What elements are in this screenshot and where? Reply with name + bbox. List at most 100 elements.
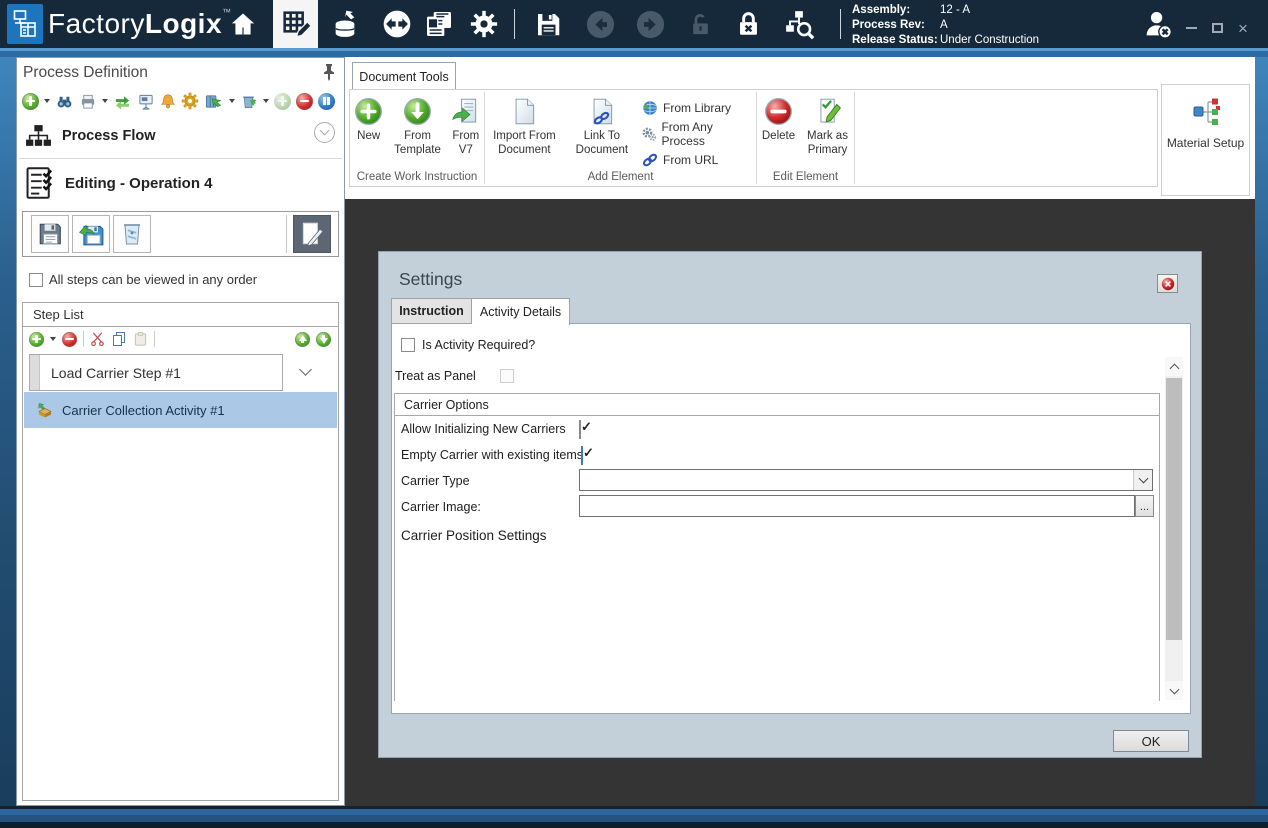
save-as-template-button[interactable] — [72, 215, 110, 253]
suspend-icon[interactable] — [318, 93, 335, 110]
add-step-icon[interactable] — [29, 332, 44, 347]
sync-icon[interactable] — [113, 93, 132, 110]
drag-grip[interactable] — [30, 355, 40, 390]
minimize-button[interactable] — [1180, 18, 1202, 38]
step-list-title: Step List — [23, 303, 338, 327]
transfer-button[interactable] — [378, 4, 416, 44]
edit-document-button[interactable] — [293, 215, 331, 253]
save-button[interactable] — [530, 4, 566, 44]
from-library-item[interactable]: From Library — [642, 100, 750, 116]
material-setup-icon — [1190, 97, 1222, 127]
from-v7-button[interactable]: From V7 — [447, 94, 485, 157]
move-up-icon[interactable] — [295, 332, 310, 347]
notify-icon[interactable] — [160, 93, 176, 110]
carrier-options-title: Carrier Options — [395, 394, 1159, 416]
document-viewer-button[interactable] — [419, 4, 459, 44]
dialog-tabs: Instruction Activity Details — [391, 298, 570, 325]
lock-close-button[interactable] — [731, 4, 765, 44]
is-activity-required-checkbox[interactable] — [401, 338, 415, 352]
share-icon[interactable] — [204, 93, 224, 110]
collapse-section-icon[interactable] — [314, 122, 335, 143]
process-rev-row: Process Rev:A — [852, 18, 1039, 33]
carrier-type-dropdown-button[interactable] — [1133, 470, 1152, 490]
carrier-image-input[interactable] — [579, 495, 1135, 517]
from-template-button[interactable]: From Template — [390, 94, 445, 157]
mark-as-primary-button[interactable]: Mark as Primary — [802, 94, 854, 157]
ok-button[interactable]: OK — [1113, 730, 1189, 752]
divider — [19, 158, 342, 159]
empty-carrier-row[interactable]: Empty Carrier with existing items — [401, 448, 583, 462]
order-checkbox-row[interactable]: All steps can be viewed in any order — [29, 272, 257, 287]
import-from-document-button[interactable]: Import From Document — [485, 94, 564, 157]
link-to-document-label: Link To Document — [574, 130, 630, 157]
link-to-document-button[interactable]: Link To Document — [570, 94, 634, 157]
separator — [154, 331, 155, 347]
from-any-process-item[interactable]: From Any Process — [642, 120, 750, 148]
order-checkbox[interactable] — [29, 273, 43, 287]
copy-icon[interactable] — [111, 331, 127, 347]
carrier-image-browse-button[interactable]: ... — [1135, 495, 1154, 517]
tab-activity-details[interactable]: Activity Details — [472, 298, 570, 325]
add-step-dropdown-icon[interactable] — [50, 337, 56, 341]
process-editor-button[interactable] — [273, 0, 318, 48]
from-any-process-icon — [642, 126, 656, 142]
new-button[interactable]: New — [349, 94, 388, 144]
from-url-item[interactable]: From URL — [642, 152, 750, 168]
activity-row-selected[interactable]: Carrier Collection Activity #1 — [24, 392, 337, 428]
remove-step-icon[interactable] — [62, 332, 77, 347]
import-documents-button[interactable] — [324, 4, 366, 44]
material-setup-button[interactable]: Material Setup — [1161, 84, 1250, 196]
configure-icon[interactable] — [181, 92, 199, 110]
delete-button[interactable]: Delete — [758, 94, 800, 144]
allow-initializing-checkbox[interactable] — [579, 420, 581, 439]
pin-icon[interactable] — [323, 63, 335, 86]
discard-icon[interactable] — [240, 93, 258, 110]
save-step-button[interactable] — [31, 215, 69, 253]
add-icon[interactable] — [22, 93, 39, 110]
process-flow-header[interactable]: Process Flow — [25, 124, 155, 148]
step-header[interactable]: Load Carrier Step #1 — [29, 354, 283, 391]
process-audit-button[interactable] — [776, 4, 822, 44]
group-edit-element: Delete Mark as Primary Edit Element — [757, 90, 854, 186]
release-status-value: Under Construction — [940, 33, 1039, 48]
scrollbar[interactable] — [1165, 357, 1183, 700]
dialog-close-button[interactable] — [1157, 274, 1178, 293]
presentation-icon[interactable] — [137, 93, 155, 110]
window-frame-left — [0, 57, 16, 806]
step-expand-chevron-icon[interactable] — [299, 363, 312, 376]
remove-icon[interactable] — [296, 93, 313, 110]
scroll-down-button[interactable] — [1165, 681, 1183, 700]
is-activity-required-row[interactable]: Is Activity Required? — [401, 338, 535, 352]
discard-step-button[interactable] — [113, 215, 151, 253]
forward-button[interactable] — [633, 4, 667, 44]
from-library-icon — [642, 100, 658, 116]
home-button[interactable] — [224, 4, 262, 44]
find-icon[interactable] — [55, 93, 74, 110]
empty-carrier-checkbox[interactable] — [581, 446, 583, 465]
discard-dropdown-icon[interactable] — [263, 99, 269, 103]
print-dropdown-icon[interactable] — [102, 99, 108, 103]
settings-dialog: Settings Instruction Activity Details Is… — [378, 251, 1202, 758]
assembly-info: Assembly:12 - A Process Rev:A Release St… — [852, 3, 1039, 47]
add-dropdown-icon[interactable] — [44, 99, 50, 103]
maximize-button[interactable] — [1206, 18, 1228, 38]
settings-button[interactable] — [466, 4, 502, 44]
back-button[interactable] — [583, 4, 617, 44]
unlock-button[interactable] — [684, 4, 716, 44]
print-icon[interactable] — [79, 93, 97, 110]
cut-icon[interactable] — [90, 331, 105, 347]
scroll-up-button[interactable] — [1165, 357, 1183, 376]
close-button[interactable]: × — [1232, 18, 1254, 38]
carrier-type-combobox[interactable] — [579, 469, 1153, 491]
share-dropdown-icon[interactable] — [229, 99, 235, 103]
allow-initializing-row[interactable]: Allow Initializing New Carriers — [401, 422, 566, 436]
move-down-icon[interactable] — [316, 332, 331, 347]
save-template-icon — [78, 221, 105, 247]
assembly-row: Assembly:12 - A — [852, 3, 1039, 18]
minimize-icon — [1186, 27, 1197, 29]
tab-instruction[interactable]: Instruction — [391, 298, 472, 324]
chevron-up-icon — [1169, 363, 1179, 373]
tab-document-tools[interactable]: Document Tools — [352, 62, 456, 90]
scrollbar-thumb[interactable] — [1166, 378, 1182, 640]
sign-out-button[interactable] — [1136, 4, 1180, 44]
